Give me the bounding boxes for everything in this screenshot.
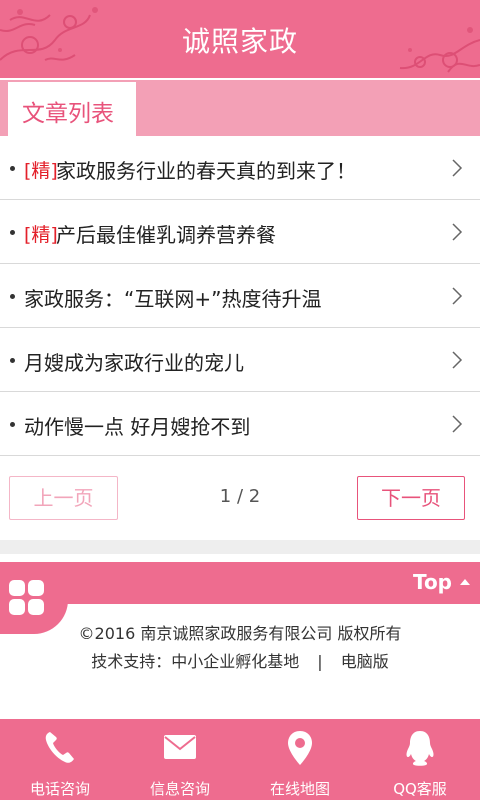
article-title: 家政服务：“互联网+”热度待升温: [24, 287, 322, 311]
top-bar: Top: [0, 562, 480, 604]
bullet: [10, 230, 15, 235]
header: 诚照家政: [0, 0, 480, 78]
list-item[interactable]: [精] 家政服务行业的春天真的到来了！: [0, 136, 480, 200]
nav-phone[interactable]: 电话咨询: [0, 719, 120, 800]
nav-map-label: 在线地图: [269, 780, 330, 798]
list-item[interactable]: [精] 产后最佳催乳调养营养餐: [0, 200, 480, 264]
divider: [0, 540, 480, 554]
nav-map[interactable]: 在线地图: [240, 719, 360, 800]
bullet: [10, 294, 15, 299]
back-to-top-link[interactable]: Top: [413, 570, 470, 594]
tab-article-list-label: 文章列表: [22, 101, 114, 127]
page-indicator: 1 / 2: [219, 486, 261, 507]
bottom-nav: 电话咨询 信息咨询 在线地图 QQ客服: [0, 719, 480, 800]
prev-page-button[interactable]: 上一页: [9, 476, 118, 520]
grid-icon: [9, 580, 25, 596]
nav-message[interactable]: 信息咨询: [120, 719, 240, 800]
chevron-right-icon: [452, 223, 463, 241]
grid-icon: [28, 599, 44, 615]
article-title: 产后最佳催乳调养营养餐: [56, 223, 276, 247]
back-to-top-label: Top: [412, 570, 452, 594]
nav-qq[interactable]: QQ客服: [360, 719, 480, 800]
chevron-right-icon: [452, 287, 463, 305]
article-title: 月嫂成为家政行业的宠儿: [24, 351, 244, 375]
phone-icon: [45, 732, 74, 763]
caret-up-icon: [460, 578, 470, 585]
footer-links: 技术支持：中小企业孵化基地 | 电脑版: [0, 648, 480, 672]
tech-support-link[interactable]: 技术支持：中小企业孵化基地: [91, 652, 299, 671]
map-pin-icon: [288, 731, 312, 765]
page: 诚照家政 文章列表 [精] 家政服务行业的春天真的到来了！ [精] 产后最佳催乳…: [0, 0, 480, 800]
grid-icon: [28, 580, 44, 596]
mail-icon: [164, 735, 196, 759]
list-item[interactable]: 动作慢一点 好月嫂抢不到: [0, 392, 480, 456]
footer-separator: |: [317, 652, 323, 671]
list-item[interactable]: 家政服务：“互联网+”热度待升温: [0, 264, 480, 328]
bullet: [10, 422, 15, 427]
chevron-right-icon: [452, 351, 463, 369]
list-item[interactable]: 月嫂成为家政行业的宠儿: [0, 328, 480, 392]
grid-icon: [9, 599, 25, 615]
desktop-version-link[interactable]: 电脑版: [341, 652, 389, 671]
pagination: 上一页 1 / 2 下一页: [0, 458, 480, 540]
bullet: [10, 358, 15, 363]
article-list: [精] 家政服务行业的春天真的到来了！ [精] 产后最佳催乳调养营养餐 家政服务…: [0, 136, 480, 456]
next-page-button[interactable]: 下一页: [357, 476, 465, 520]
nav-phone-label: 电话咨询: [29, 780, 90, 798]
nav-qq-label: QQ客服: [393, 780, 447, 798]
qq-icon: [406, 731, 434, 766]
copyright-text: ©2016 南京诚照家政服务有限公司 版权所有: [78, 624, 402, 643]
chevron-right-icon: [452, 159, 463, 177]
featured-tag: [精]: [24, 160, 58, 182]
page-title: 诚照家政: [181, 25, 298, 58]
tab-article-list[interactable]: 文章列表: [8, 82, 136, 138]
nav-message-label: 信息咨询: [149, 780, 210, 798]
article-title: 家政服务行业的春天真的到来了！: [56, 159, 356, 183]
featured-tag: [精]: [24, 224, 58, 246]
bullet: [10, 166, 15, 171]
article-title: 动作慢一点 好月嫂抢不到: [24, 415, 251, 439]
section-bar: 文章列表: [0, 78, 480, 138]
chevron-right-icon: [452, 415, 463, 433]
